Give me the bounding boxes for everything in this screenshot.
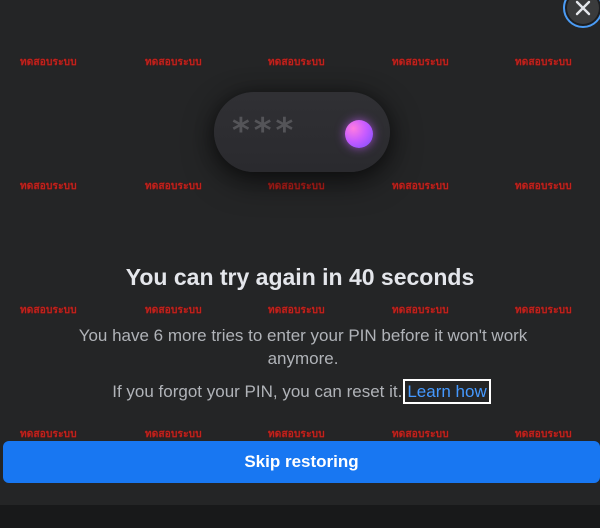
watermark-text: ทดสอบระบบ bbox=[515, 57, 572, 68]
watermark-text: ทดสอบระบบ bbox=[515, 429, 572, 440]
learn-how-link[interactable]: Learn how bbox=[403, 379, 491, 404]
watermark-text: ทดสอบระบบ bbox=[268, 57, 325, 68]
pin-locked-dialog: ทดสอบระบบ ทดสอบระบบ ทดสอบระบบ ทดสอบระบบ … bbox=[0, 0, 600, 505]
watermark-text: ทดสอบระบบ bbox=[20, 429, 77, 440]
close-icon bbox=[575, 0, 591, 16]
close-button[interactable] bbox=[563, 0, 600, 28]
pin-cursor-dot bbox=[345, 120, 373, 148]
bottom-strip bbox=[0, 505, 600, 528]
skip-restoring-button[interactable]: Skip restoring bbox=[3, 441, 600, 483]
watermark-text: ทดสอบระบบ bbox=[145, 57, 202, 68]
watermark-text: ทดสอบระบบ bbox=[145, 305, 202, 316]
watermark-text: ทดสอบระบบ bbox=[145, 429, 202, 440]
watermark-text: ทดสอบระบบ bbox=[392, 181, 449, 192]
watermark-text: ทดสอบระบบ bbox=[268, 181, 325, 192]
watermark-text: ทดสอบระบบ bbox=[392, 57, 449, 68]
dialog-description: You have 6 more tries to enter your PIN … bbox=[78, 326, 528, 368]
watermark-text: ทดสอบระบบ bbox=[20, 181, 77, 192]
dialog-title: You can try again in 40 seconds bbox=[125, 264, 475, 290]
watermark-text: ทดสอบระบบ bbox=[392, 305, 449, 316]
watermark-text: ทดสอบระบบ bbox=[515, 305, 572, 316]
watermark-text: ทดสอบระบบ bbox=[268, 429, 325, 440]
watermark-text: ทดสอบระบบ bbox=[145, 181, 202, 192]
watermark-text: ทดสอบระบบ bbox=[392, 429, 449, 440]
pin-illustration: *** bbox=[214, 92, 390, 172]
watermark-text: ทดสอบระบบ bbox=[515, 181, 572, 192]
forgot-pin-line: If you forgot your PIN, you can reset it… bbox=[0, 379, 600, 404]
watermark-text: ทดสอบระบบ bbox=[268, 305, 325, 316]
watermark-text: ทดสอบระบบ bbox=[20, 57, 77, 68]
watermark-text: ทดสอบระบบ bbox=[20, 305, 77, 316]
pin-mask-text: *** bbox=[232, 111, 298, 151]
forgot-pin-text: If you forgot your PIN, you can reset it… bbox=[112, 382, 403, 401]
